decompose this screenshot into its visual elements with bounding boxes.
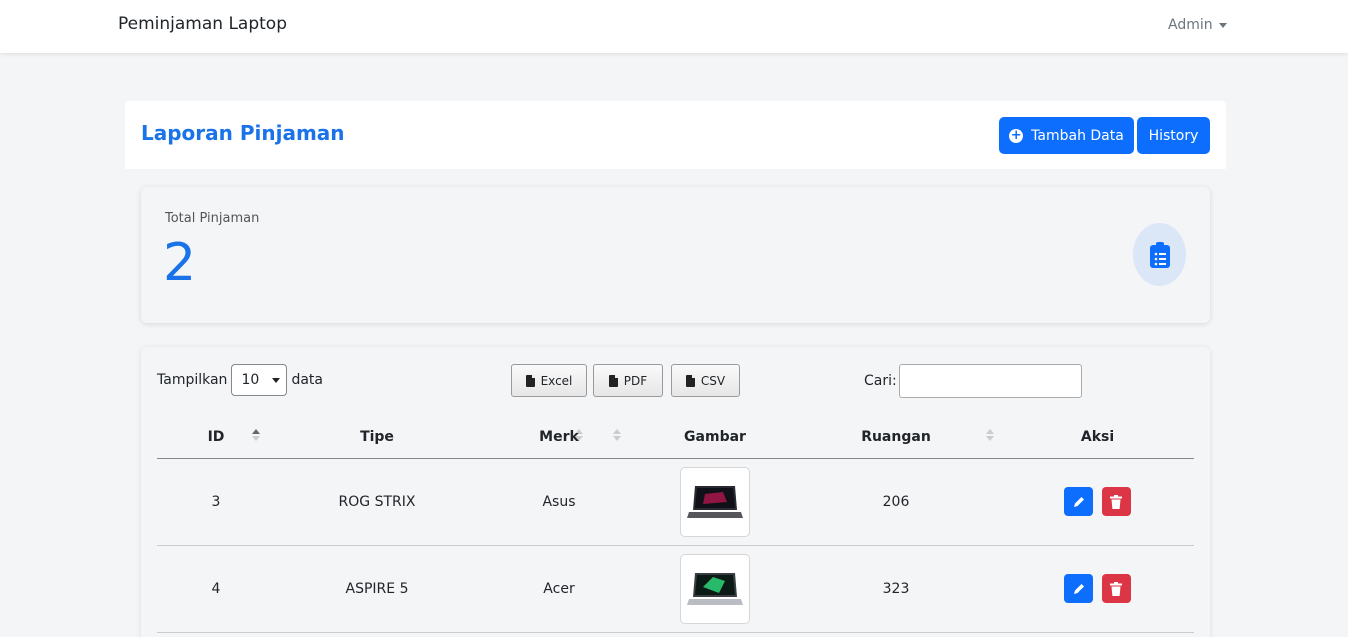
sort-icon (252, 429, 260, 441)
cell-id: 3 (157, 458, 275, 546)
file-pdf-icon (608, 374, 618, 387)
edit-button[interactable] (1064, 574, 1094, 603)
cell-gambar (639, 545, 791, 633)
page-length-select[interactable]: 10 (231, 364, 288, 396)
file-csv-icon (685, 374, 695, 387)
add-data-button[interactable]: + Tambah Data (999, 117, 1134, 154)
export-pdf-button[interactable]: PDF (593, 364, 663, 397)
cell-gambar (639, 458, 791, 546)
cell-ruangan: 323 (791, 545, 1001, 633)
cell-tipe: ROG STRIX (275, 458, 479, 546)
table-header-row: ID Tipe Merk Gambar Ruangan Aksi (157, 416, 1194, 459)
user-name: Admin (1168, 17, 1213, 33)
history-button[interactable]: History (1137, 117, 1210, 154)
laptop-image[interactable] (680, 553, 750, 624)
cell-aksi (1001, 458, 1194, 546)
total-stat-card: Total Pinjaman 2 (141, 187, 1210, 323)
column-header-gambar: Gambar (639, 416, 791, 459)
cell-tipe: ASPIRE 5 (275, 545, 479, 633)
column-header-aksi: Aksi (1001, 416, 1194, 459)
plus-circle-icon: + (1009, 127, 1024, 143)
cell-merk: Asus (479, 458, 639, 546)
export-excel-label: Excel (540, 373, 573, 388)
search-input[interactable] (898, 364, 1082, 398)
laptop-image[interactable] (680, 466, 750, 537)
search-control: Cari: (864, 364, 1082, 398)
add-data-label: Tambah Data (1031, 127, 1124, 144)
chevron-down-icon (272, 378, 281, 383)
sort-icon (613, 429, 621, 441)
clipboard-list-icon (1133, 223, 1186, 286)
export-csv-label: CSV (700, 373, 726, 388)
export-csv-button[interactable]: CSV (671, 364, 740, 397)
page-length-value: 10 (241, 372, 260, 388)
delete-button[interactable] (1101, 574, 1131, 603)
column-header-tipe[interactable]: Tipe (275, 416, 583, 459)
cell-aksi (1001, 545, 1194, 633)
search-label: Cari: (864, 373, 897, 389)
table-row: 3 ROG STRIX Asus 206 (157, 458, 1194, 546)
delete-button[interactable] (1101, 487, 1131, 516)
file-excel-icon (525, 374, 535, 387)
table-card: Tampilkan 10 data Excel PDF CSV Cari: ID… (141, 347, 1210, 637)
column-header-id[interactable]: ID (157, 416, 275, 459)
pencil-icon (1073, 583, 1084, 594)
stat-value: 2 (163, 233, 197, 293)
loan-table: ID Tipe Merk Gambar Ruangan Aksi 3 ROG S… (157, 416, 1194, 633)
show-prefix: Tampilkan (157, 372, 228, 388)
column-header-ruangan[interactable]: Ruangan (791, 416, 1001, 459)
show-suffix: data (291, 372, 323, 388)
navbar-brand[interactable]: Peminjaman Laptop (118, 14, 287, 34)
table-row: 4 ASPIRE 5 Acer 323 (157, 545, 1194, 633)
main-card: Laporan Pinjaman + Tambah Data History T… (125, 101, 1226, 637)
pencil-icon (1073, 496, 1084, 507)
edit-button[interactable] (1064, 487, 1094, 516)
trash-icon (1110, 494, 1123, 509)
cell-merk: Acer (479, 545, 639, 633)
caret-down-icon (1218, 23, 1227, 28)
page-length-control: Tampilkan 10 data (157, 364, 323, 396)
cell-id: 4 (157, 545, 275, 633)
trash-icon (1110, 581, 1123, 596)
history-label: History (1148, 127, 1199, 144)
export-pdf-label: PDF (623, 373, 648, 388)
stat-label: Total Pinjaman (165, 211, 260, 226)
card-header: Laporan Pinjaman + Tambah Data History (125, 101, 1226, 169)
sort-icon (986, 429, 994, 441)
column-header-merk[interactable]: Merk (479, 416, 639, 459)
page-title: Laporan Pinjaman (141, 121, 345, 145)
top-navbar: Peminjaman Laptop Admin (0, 0, 1348, 53)
cell-ruangan: 206 (791, 458, 1001, 546)
user-dropdown[interactable]: Admin (1168, 17, 1227, 33)
export-excel-button[interactable]: Excel (511, 364, 587, 397)
